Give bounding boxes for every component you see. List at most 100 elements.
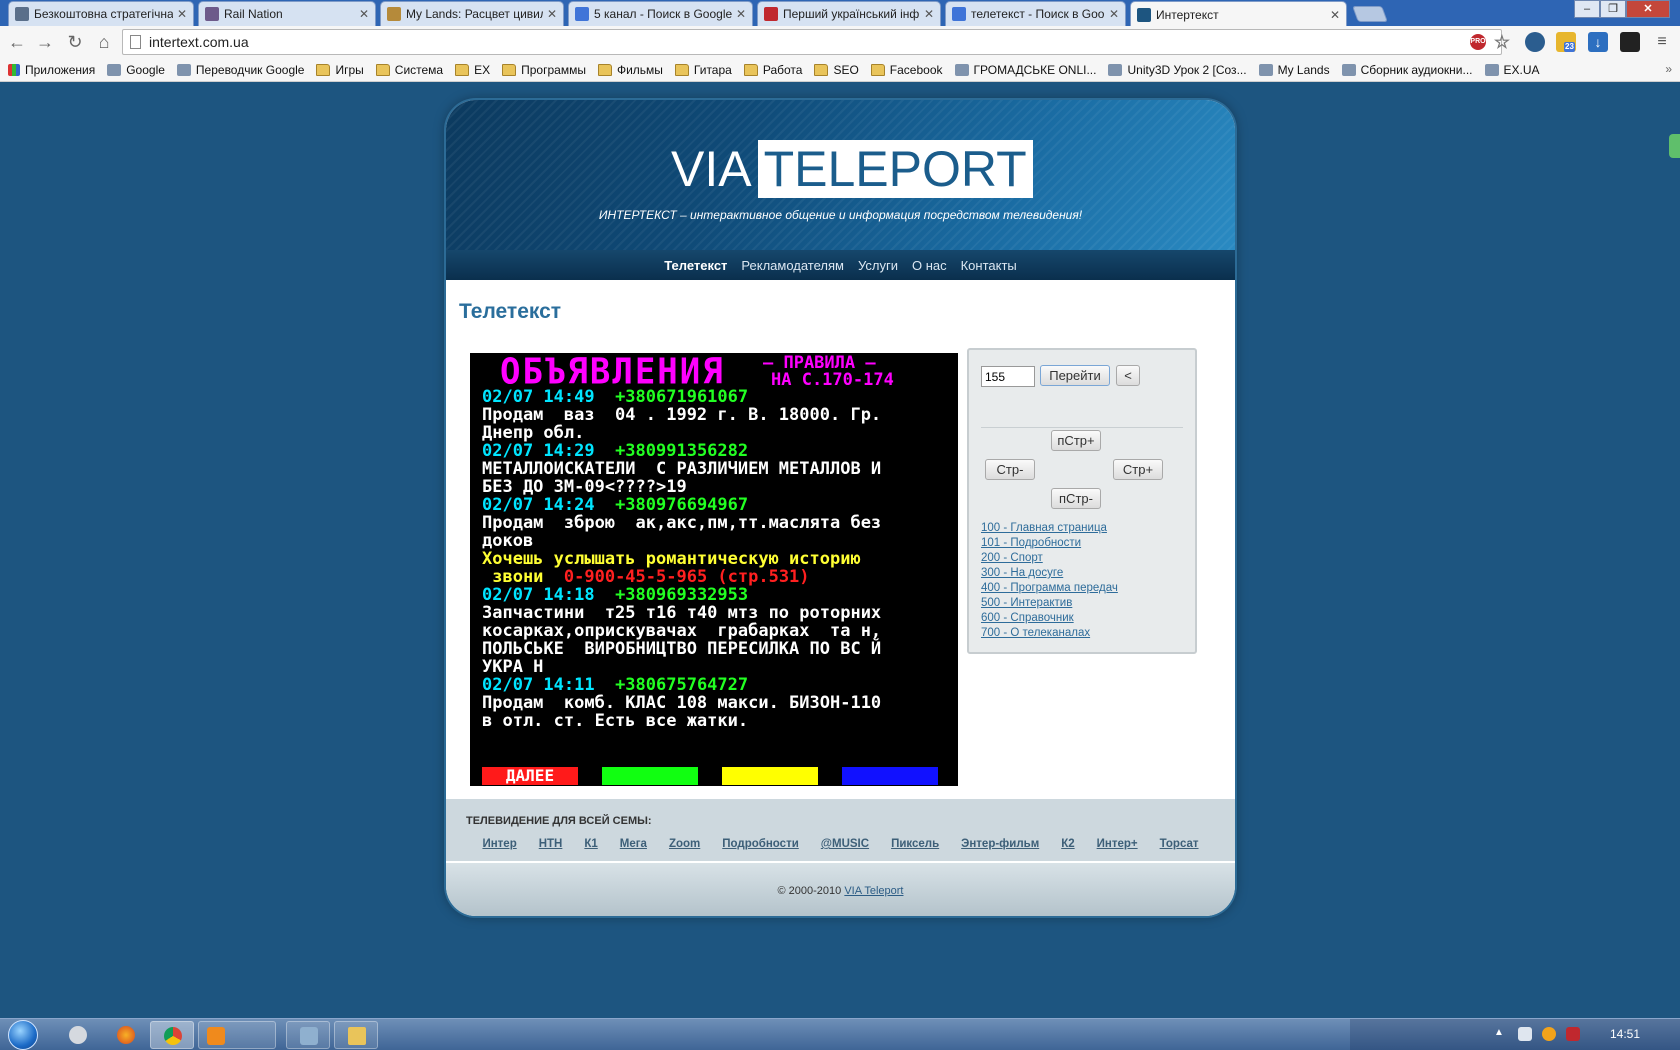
bookmark-item[interactable]: My Lands <box>1258 63 1330 77</box>
tab-close-icon[interactable]: ✕ <box>1109 7 1119 21</box>
teletext-segment: +380969332953 <box>615 585 749 605</box>
nav-services[interactable]: Услуги <box>858 258 898 273</box>
channel-link[interactable]: К2 <box>1061 838 1074 850</box>
taskbar-media-player[interactable] <box>198 1021 276 1049</box>
minimize-button[interactable]: – <box>1574 0 1600 18</box>
weather-extension-icon[interactable]: 23 <box>1556 32 1576 52</box>
channel-link[interactable]: К1 <box>584 838 597 850</box>
taskbar-firefox[interactable] <box>104 1021 148 1049</box>
quick-page-link[interactable]: 600 - Справочник <box>981 611 1118 626</box>
address-bar[interactable]: intertext.com.ua <box>122 29 1502 55</box>
quick-page-link[interactable]: 500 - Интерактив <box>981 596 1118 611</box>
bookmark-item[interactable]: Работа <box>743 63 802 77</box>
home-icon[interactable]: ⌂ <box>93 32 115 52</box>
bookmark-item[interactable]: Переводчик Google <box>176 63 304 77</box>
bookmark-item[interactable]: SEO <box>814 63 859 77</box>
go-button[interactable]: Перейти <box>1040 365 1110 386</box>
teletext-red-key[interactable]: ДАЛЕЕ <box>482 767 578 785</box>
page-plus-button[interactable]: пСтр+ <box>1051 430 1101 451</box>
channel-link[interactable]: Мега <box>620 838 647 850</box>
bookmark-item[interactable]: Сборник аудиокни... <box>1341 63 1473 77</box>
tab-close-icon[interactable]: ✕ <box>177 7 187 21</box>
bookmark-item[interactable]: Приложения <box>8 63 95 77</box>
bookmark-item[interactable]: Гитара <box>674 63 732 77</box>
bookmark-item[interactable]: EX <box>455 63 490 77</box>
browser-tab[interactable]: 5 канал - Поиск в Google ✕ <box>568 1 753 26</box>
browser-tab[interactable]: Безкоштовна стратегічна ✕ <box>8 1 194 26</box>
channel-link[interactable]: Торсат <box>1160 838 1199 850</box>
download-icon[interactable]: ↓ <box>1588 32 1608 52</box>
teletext-yellow-key[interactable] <box>722 767 818 785</box>
browser-tab[interactable]: My Lands: Расцвет цивил ✕ <box>380 1 564 26</box>
channel-link[interactable]: НТН <box>539 838 563 850</box>
star-icon[interactable]: ☆ <box>1492 32 1512 52</box>
channel-link[interactable]: @MUSIC <box>821 838 869 850</box>
copyright-link[interactable]: VIA Teleport <box>844 885 903 897</box>
tab-close-icon[interactable]: ✕ <box>1330 8 1340 22</box>
quick-page-link[interactable]: 300 - На досуге <box>981 566 1118 581</box>
forward-arrow-icon[interactable]: → <box>34 32 56 52</box>
close-window-button[interactable]: ✕ <box>1626 0 1670 18</box>
site-logo[interactable]: VIA TELEPORT <box>671 140 1033 198</box>
browser-tab[interactable]: Перший український інф ✕ <box>757 1 941 26</box>
nav-teletext[interactable]: Телетекст <box>664 258 727 273</box>
channel-link[interactable]: Zoom <box>669 838 700 850</box>
tray-app-icon[interactable] <box>1542 1027 1556 1041</box>
bookmark-item[interactable]: Программы <box>502 63 586 77</box>
new-tab-button[interactable] <box>1352 6 1388 22</box>
taskbar-explorer[interactable] <box>334 1021 378 1049</box>
channel-link[interactable]: Интер <box>482 838 516 850</box>
taskbar-app-1[interactable] <box>56 1021 100 1049</box>
channel-link[interactable]: Пиксель <box>891 838 939 850</box>
tab-close-icon[interactable]: ✕ <box>547 7 557 21</box>
quick-page-link[interactable]: 101 - Подробности <box>981 536 1118 551</box>
quick-page-link[interactable]: 700 - О телеканалах <box>981 626 1118 641</box>
next-page-button[interactable]: Стр+ <box>1113 459 1163 480</box>
maximize-button[interactable]: ❐ <box>1600 0 1626 18</box>
extension-icon[interactable] <box>1620 32 1640 52</box>
nav-advertisers[interactable]: Рекламодателям <box>741 258 844 273</box>
globe-icon[interactable] <box>1525 32 1545 52</box>
bookmark-item[interactable]: Unity3D Урок 2 [Соз... <box>1108 63 1247 77</box>
channel-link[interactable]: Энтер-фильм <box>961 838 1039 850</box>
page-number-input[interactable] <box>981 366 1035 387</box>
volume-icon[interactable] <box>1518 1027 1532 1041</box>
prev-page-button[interactable]: Стр- <box>985 459 1035 480</box>
quick-page-link[interactable]: 100 - Главная страница <box>981 521 1118 536</box>
bookmark-item[interactable]: Facebook <box>870 63 943 77</box>
nav-contacts[interactable]: Контакты <box>961 258 1017 273</box>
page-minus-button[interactable]: пСтр- <box>1051 488 1101 509</box>
quick-page-link[interactable]: 400 - Программа передач <box>981 581 1118 596</box>
bookmark-item[interactable]: Фильмы <box>597 63 663 77</box>
taskbar-app-5[interactable] <box>286 1021 330 1049</box>
back-button[interactable]: < <box>1116 365 1140 386</box>
menu-icon[interactable]: ≡ <box>1652 32 1672 52</box>
tray-expand-icon[interactable]: ▲ <box>1494 1027 1508 1041</box>
bookmark-item[interactable]: Система <box>375 63 443 77</box>
browser-tab[interactable]: Rail Nation ✕ <box>198 1 376 26</box>
teletext-green-key[interactable] <box>602 767 698 785</box>
browser-tab[interactable]: Интертекст ✕ <box>1130 1 1347 27</box>
start-button[interactable] <box>8 1020 38 1050</box>
bookmark-item[interactable]: EX.UA <box>1484 63 1540 77</box>
bookmark-item[interactable]: Игры <box>316 63 364 77</box>
channel-link[interactable]: Интер+ <box>1097 838 1138 850</box>
bookmark-item[interactable]: Google <box>107 63 165 77</box>
bookmark-item[interactable]: ГРОМАДСЬКЕ ONLI... <box>954 63 1096 77</box>
side-extension-tab[interactable] <box>1669 134 1680 158</box>
pro-extension-icon[interactable]: PRO <box>1470 34 1486 50</box>
teletext-blue-key[interactable] <box>842 767 938 785</box>
nav-about[interactable]: О нас <box>912 258 947 273</box>
reload-icon[interactable]: ↻ <box>64 32 86 52</box>
tab-close-icon[interactable]: ✕ <box>736 7 746 21</box>
bookmarks-overflow-icon[interactable]: » <box>1665 62 1672 76</box>
taskbar-chrome[interactable] <box>150 1021 194 1049</box>
tray-app-icon[interactable] <box>1566 1027 1580 1041</box>
channel-link[interactable]: Подробности <box>722 838 799 850</box>
back-arrow-icon[interactable]: ← <box>6 32 28 52</box>
tab-close-icon[interactable]: ✕ <box>359 7 369 21</box>
quick-page-link[interactable]: 200 - Спорт <box>981 551 1118 566</box>
browser-tab[interactable]: телетекст - Поиск в Goog ✕ <box>945 1 1126 26</box>
teletext-segment: 02/07 14:49 <box>482 387 616 407</box>
tab-close-icon[interactable]: ✕ <box>924 7 934 21</box>
